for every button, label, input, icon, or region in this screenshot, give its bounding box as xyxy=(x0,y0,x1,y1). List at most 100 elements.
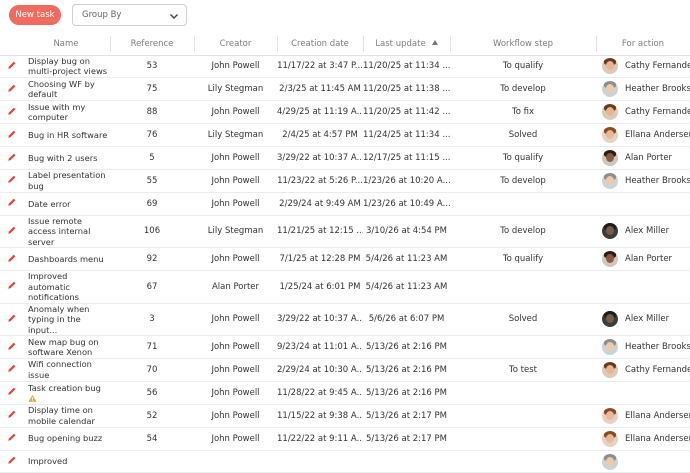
task-name[interactable]: Label presentation bug xyxy=(22,169,110,193)
for-action-cell xyxy=(596,450,690,473)
table-row[interactable]: Label presentation bug 55 John Powell 11/23… xyxy=(0,169,690,193)
task-name-text: New map bug on software Xenon xyxy=(28,336,99,358)
table-row[interactable]: Dashboards menu 92 John Powell 7/1/25 at 12… xyxy=(0,247,690,272)
task-name[interactable]: Date error xyxy=(22,192,110,216)
task-name[interactable]: Bug opening buzz xyxy=(22,427,110,451)
for-action-cell: Ellana Andersen xyxy=(596,427,690,451)
creator-cell: Lily Stegman xyxy=(194,123,277,148)
for-action-cell xyxy=(596,381,690,405)
task-name[interactable]: Issue with my computer xyxy=(22,100,110,125)
pencil-icon[interactable] xyxy=(7,341,17,351)
pencil-icon[interactable] xyxy=(7,106,17,116)
task-name-text: Bug with 2 users xyxy=(28,152,98,163)
reference-cell: 69 xyxy=(110,192,194,216)
pencil-icon[interactable] xyxy=(7,432,17,442)
creator-cell: John Powell xyxy=(194,427,277,451)
table-row[interactable]: Task creation bug 56 John Powell 11/28/22 a… xyxy=(0,381,690,405)
task-name[interactable]: Task creation bug xyxy=(22,381,110,405)
task-name[interactable]: Issue remote access internal server xyxy=(22,215,110,249)
task-table: Name Reference Creator Creation date Las… xyxy=(0,33,690,473)
avatar xyxy=(602,339,618,356)
table-row[interactable]: Bug in HR software 76 Lily Stegman 2/4/25 a… xyxy=(0,123,690,148)
task-name[interactable]: Bug in HR software xyxy=(22,123,110,148)
last-update-cell: 5/13/26 at 2:16 PM xyxy=(363,358,450,382)
task-name[interactable]: Dashboards menu xyxy=(22,247,110,272)
last-update-cell: 5/13/26 at 2:17 PM xyxy=(363,427,450,451)
table-row[interactable]: Date error 69 John Powell 2/29/24 at 9:49 A… xyxy=(0,192,690,216)
table-row[interactable]: Wifi connection issue 70 John Powell 2/29/2… xyxy=(0,358,690,382)
last-update-label: Last update xyxy=(375,38,426,49)
sort-ascending-icon[interactable] xyxy=(431,39,438,45)
last-update-cell: 1/23/26 at 10:20 A... xyxy=(363,169,450,193)
last-update-cell: 5/13/26 at 2:17 PM xyxy=(363,404,450,428)
creation-date-cell xyxy=(277,450,363,473)
edit-cell xyxy=(0,100,22,125)
for-action-name: Cathy Fernandez xyxy=(625,61,690,72)
edit-cell xyxy=(0,146,22,170)
table-row[interactable]: Improved automatic notifications 67 Alan P… xyxy=(0,270,690,304)
pencil-icon[interactable] xyxy=(7,129,17,139)
table-row[interactable]: Bug opening buzz 54 John Powell 11/22/22 at… xyxy=(0,427,690,451)
column-header-last-update[interactable]: Last update xyxy=(363,33,450,56)
pencil-icon[interactable] xyxy=(7,253,17,263)
table-row[interactable]: Display time on mobile calendar 52 John Po… xyxy=(0,404,690,428)
task-name[interactable]: Anomaly when typing in the input... xyxy=(22,303,110,337)
pencil-icon[interactable] xyxy=(7,174,17,184)
table-row[interactable]: Issue remote access internal server 106 Li… xyxy=(0,215,690,249)
group-by-select[interactable]: Group By xyxy=(72,4,187,26)
column-header-for-action[interactable]: For action xyxy=(596,33,690,56)
creation-date-cell: 2/4/25 at 4:57 PM xyxy=(277,123,363,148)
creation-date-cell: 3/29/22 at 10:37 A... xyxy=(277,303,363,337)
reference-cell: 88 xyxy=(110,100,194,125)
pencil-icon[interactable] xyxy=(7,455,17,465)
table-row[interactable]: Improved xyxy=(0,450,690,473)
avatar xyxy=(602,361,618,378)
column-header-creator[interactable]: Creator xyxy=(194,33,277,56)
avatar xyxy=(602,172,618,189)
avatar xyxy=(602,58,618,75)
for-action-name: Heather Brooks xyxy=(625,175,690,186)
creation-date-cell: 2/3/25 at 11:45 AM xyxy=(277,77,363,102)
task-name-text: Wifi connection issue xyxy=(28,359,92,380)
task-name[interactable]: Display bug on multi-project views xyxy=(22,55,110,79)
pencil-icon[interactable] xyxy=(7,152,17,162)
group-by-label: Group By xyxy=(82,10,122,20)
pencil-icon[interactable] xyxy=(7,409,17,419)
task-name[interactable]: Improved automatic notifications xyxy=(22,270,110,304)
creator-cell: John Powell xyxy=(194,146,277,170)
table-row[interactable]: Anomaly when typing in the input... 3 John… xyxy=(0,303,690,337)
table-row[interactable]: Display bug on multi-project views 53 John… xyxy=(0,55,690,79)
reference-cell: 71 xyxy=(110,335,194,360)
pencil-icon[interactable] xyxy=(7,197,17,207)
toolbar: New task Group By xyxy=(0,0,690,32)
pencil-icon[interactable] xyxy=(7,83,17,93)
task-name[interactable]: Wifi connection issue xyxy=(22,358,110,382)
edit-cell xyxy=(0,381,22,405)
pencil-icon[interactable] xyxy=(7,313,17,323)
creator-cell: John Powell xyxy=(194,55,277,79)
pencil-icon[interactable] xyxy=(7,60,17,70)
edit-cell xyxy=(0,303,22,337)
task-name[interactable]: Choosing WF by default xyxy=(22,77,110,102)
for-action-cell: Alan Porter xyxy=(596,247,690,272)
table-row[interactable]: Choosing WF by default 75 Lily Stegman 2/3/… xyxy=(0,77,690,102)
column-header-name[interactable]: Name xyxy=(22,33,110,56)
column-header-workflow-step[interactable]: Workflow step xyxy=(450,33,596,56)
table-row[interactable]: Issue with my computer 88 John Powell 4/29/… xyxy=(0,100,690,125)
table-row[interactable]: New map bug on software Xenon 71 John Powe… xyxy=(0,335,690,360)
column-header-reference[interactable]: Reference xyxy=(110,33,194,56)
last-update-cell: 5/4/26 at 11:23 AM xyxy=(363,247,450,272)
pencil-icon[interactable] xyxy=(7,280,17,290)
task-name[interactable]: New map bug on software Xenon xyxy=(22,335,110,360)
new-task-button[interactable]: New task xyxy=(9,5,61,25)
pencil-icon[interactable] xyxy=(7,225,17,235)
pencil-icon[interactable] xyxy=(7,363,17,373)
task-name[interactable]: Improved xyxy=(22,450,110,473)
task-name[interactable]: Display time on mobile calendar xyxy=(22,404,110,428)
column-header-creation-date[interactable]: Creation date xyxy=(277,33,363,56)
creator-cell: John Powell xyxy=(194,381,277,405)
for-action-name: Cathy Fernandez xyxy=(625,107,690,118)
pencil-icon[interactable] xyxy=(7,386,17,396)
table-row[interactable]: Bug with 2 users 5 John Powell 3/29/22 at 1… xyxy=(0,146,690,170)
task-name[interactable]: Bug with 2 users xyxy=(22,146,110,170)
